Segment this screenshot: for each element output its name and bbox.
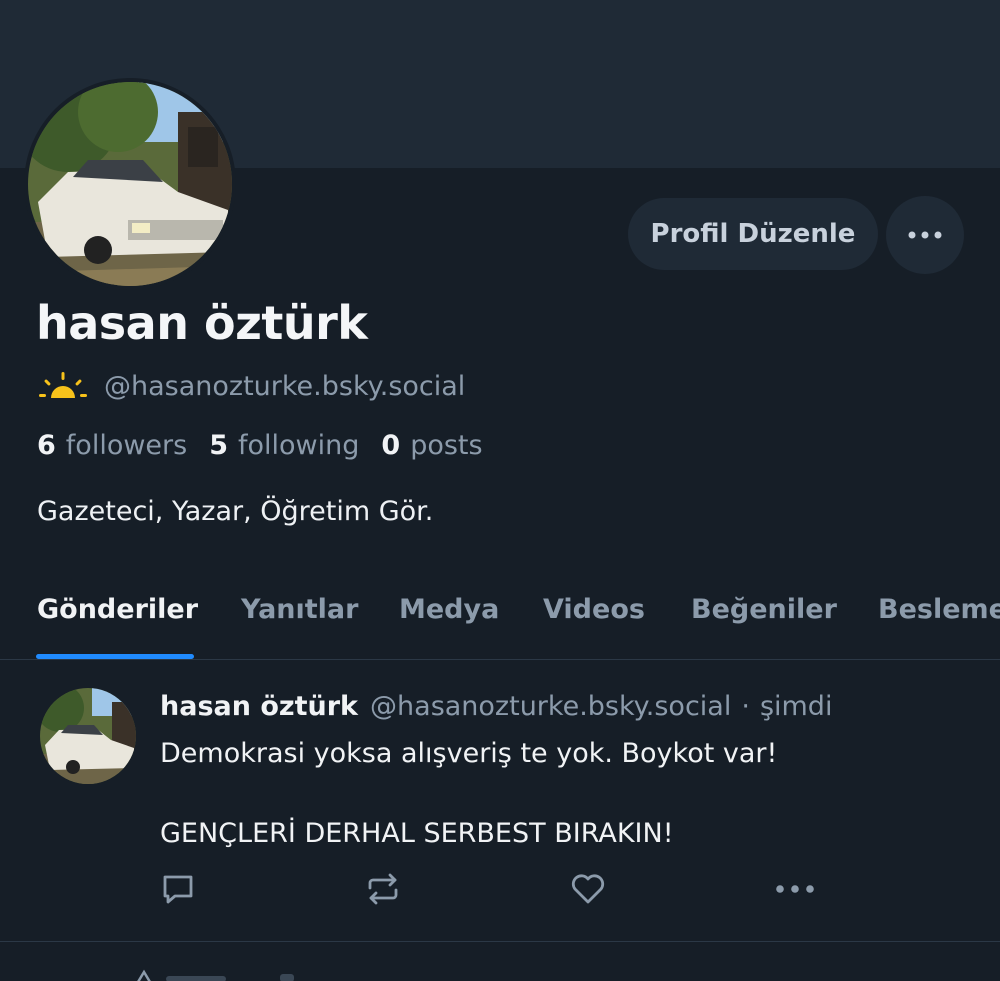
profile-page: Profil Düzenle hasan öztürk @hasanozturk… xyxy=(0,0,1000,981)
followers-count: 6 xyxy=(37,430,56,461)
reply-icon xyxy=(163,875,193,904)
feed-post[interactable]: hasan öztürk @hasanozturke.bsky.social ·… xyxy=(0,661,1000,942)
ellipsis-icon xyxy=(908,231,942,239)
following-label: following xyxy=(238,430,360,461)
like-icon xyxy=(571,874,605,904)
post-author-handle[interactable]: @hasanozturke.bsky.social xyxy=(370,691,731,722)
profile-tabs: Gönderiler Yanıtlar Medya Videos Beğenil… xyxy=(0,570,1000,660)
post-body: Demokrasi yoksa alışveriş te yok. Boykot… xyxy=(160,738,778,849)
profile-handle[interactable]: @hasanozturke.bsky.social xyxy=(104,371,465,402)
edit-profile-button[interactable]: Profil Düzenle xyxy=(628,198,878,270)
profile-bio: Gazeteci, Yazar, Öğretim Gör. xyxy=(37,496,434,527)
post-author-avatar[interactable] xyxy=(40,688,136,784)
profile-stats: 6 followers 5 following 0 posts xyxy=(37,430,505,461)
tab-likes[interactable]: Beğeniler xyxy=(691,594,837,625)
sunrise-icon xyxy=(38,372,88,401)
repost-button[interactable] xyxy=(363,869,403,909)
post-author-name[interactable]: hasan öztürk xyxy=(160,691,358,722)
following-count: 5 xyxy=(209,430,229,461)
followers-label: followers xyxy=(65,430,188,461)
post-separator: · xyxy=(741,691,750,722)
post-timestamp[interactable]: şimdi xyxy=(760,691,833,722)
followers-stat[interactable]: 6 followers xyxy=(37,430,187,461)
post-more-icon xyxy=(776,885,814,893)
tab-replies[interactable]: Yanıtlar xyxy=(241,594,358,625)
profile-avatar[interactable] xyxy=(28,82,232,286)
posts-stat: 0 posts xyxy=(381,430,482,461)
profile-more-button[interactable] xyxy=(886,196,964,274)
profile-avatar-frame xyxy=(24,78,236,290)
handle-row: @hasanozturke.bsky.social xyxy=(38,366,465,406)
next-post-preview xyxy=(137,969,294,981)
profile-display-name: hasan öztürk xyxy=(36,296,368,350)
like-button[interactable] xyxy=(568,869,608,909)
tab-videos[interactable]: Videos xyxy=(543,594,645,625)
repost-icon xyxy=(368,873,398,905)
tab-feeds[interactable]: Beslemeler xyxy=(878,594,1000,625)
post-more-button[interactable] xyxy=(775,869,815,909)
tab-posts[interactable]: Gönderiler xyxy=(37,594,198,625)
active-tab-indicator xyxy=(36,654,194,659)
tab-media[interactable]: Medya xyxy=(399,594,499,625)
reply-button[interactable] xyxy=(158,869,198,909)
post-header: hasan öztürk @hasanozturke.bsky.social ·… xyxy=(160,691,832,722)
posts-label: posts xyxy=(410,430,483,461)
following-stat[interactable]: 5 following xyxy=(209,430,359,461)
edit-profile-label: Profil Düzenle xyxy=(650,219,856,249)
posts-count: 0 xyxy=(381,430,401,461)
